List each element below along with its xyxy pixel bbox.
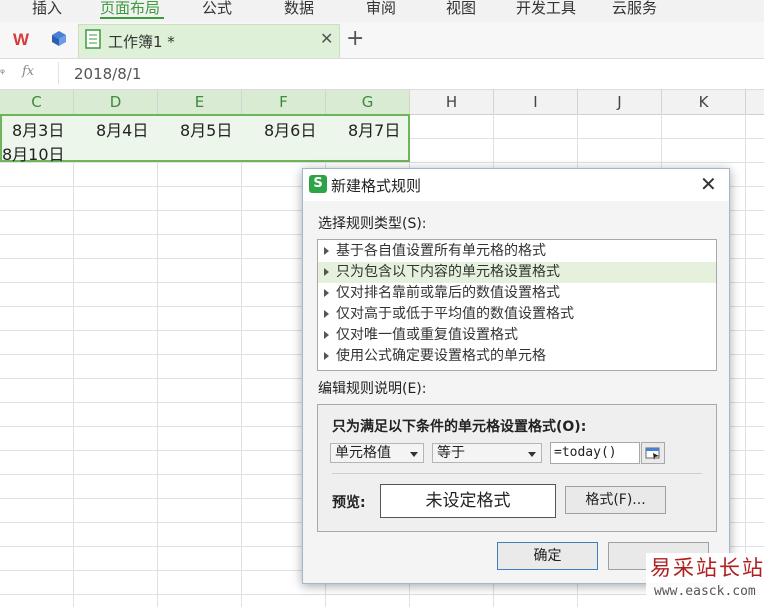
range-select-icon <box>645 447 660 460</box>
cell-f1[interactable]: 8月6日 <box>264 117 316 141</box>
col-header-h[interactable]: H <box>410 90 494 114</box>
new-tab-icon[interactable]: + <box>346 26 364 51</box>
menu-page-layout[interactable]: 页面布局 <box>100 0 160 18</box>
cell-g1[interactable]: 8月7日 <box>348 117 400 141</box>
rule-type-label: 选择规则类型(S): <box>318 216 427 232</box>
col-header-d[interactable]: D <box>74 90 158 114</box>
rule-type-item[interactable]: 使用公式确定要设置格式的单元格 <box>318 346 716 367</box>
format-button[interactable]: 格式(F)... <box>565 486 666 514</box>
menu-insert[interactable]: 插入 <box>32 0 62 18</box>
panel-divider <box>332 473 702 474</box>
range-select-button[interactable] <box>641 442 665 464</box>
spreadsheet-app-icon: S <box>309 175 327 193</box>
menu-review[interactable]: 审阅 <box>366 0 396 18</box>
edit-rule-label: 编辑规则说明(E): <box>318 381 427 397</box>
dialog-title: 新建格式规则 <box>331 177 422 195</box>
condition-field-select[interactable]: 单元格值 <box>330 443 424 463</box>
svg-text:W: W <box>13 30 30 49</box>
col-header-c[interactable]: C <box>0 90 74 114</box>
formula-input[interactable]: 2018/8/1 <box>74 65 141 83</box>
cell-c1[interactable]: 8月3日 <box>12 117 64 141</box>
menu-data[interactable]: 数据 <box>284 0 314 18</box>
triangle-right-icon <box>324 289 329 297</box>
grid-line <box>241 114 242 607</box>
col-header-g[interactable]: G <box>326 90 410 114</box>
menu-developer[interactable]: 开发工具 <box>516 0 576 18</box>
grid-line <box>0 162 764 163</box>
menu-cloud[interactable]: 云服务 <box>612 0 657 18</box>
formula-separator <box>58 62 59 84</box>
active-menu-underline <box>100 17 164 19</box>
grid-line <box>745 114 746 607</box>
triangle-right-icon <box>324 310 329 318</box>
grid-line <box>157 114 158 607</box>
triangle-right-icon <box>324 268 329 276</box>
ok-button[interactable]: 确定 <box>497 542 598 570</box>
tab-title: 工作簿1 * <box>108 33 175 51</box>
col-header-i[interactable]: I <box>494 90 578 114</box>
menu-view[interactable]: 视图 <box>446 0 476 18</box>
menu-formulas[interactable]: 公式 <box>202 0 232 18</box>
cell-e1[interactable]: 8月5日 <box>180 117 232 141</box>
cell-c2[interactable]: 8月10日 <box>2 141 65 165</box>
watermark-text: 易采站长站 <box>650 556 764 580</box>
chevron-down-icon <box>528 452 536 457</box>
cube-app-icon[interactable] <box>50 29 68 47</box>
spreadsheet-icon <box>84 29 102 49</box>
triangle-right-icon <box>324 331 329 339</box>
preview-box: 未设定格式 <box>380 484 556 518</box>
rule-type-item[interactable]: 仅对唯一值或重复值设置格式 <box>318 325 716 346</box>
watermark-url: www.easck.com <box>654 584 756 599</box>
triangle-right-icon <box>324 247 329 255</box>
triangle-right-icon <box>324 352 329 360</box>
col-header-j[interactable]: J <box>578 90 662 114</box>
rule-type-item[interactable]: 基于各自值设置所有单元格的格式 <box>318 241 716 262</box>
rule-type-item[interactable]: 仅对高于或低于平均值的数值设置格式 <box>318 304 716 325</box>
tab-close-icon[interactable]: ✕ <box>320 29 333 48</box>
dialog-close-icon[interactable]: ✕ <box>700 172 717 196</box>
grid-line <box>73 114 74 607</box>
condition-value-input[interactable]: =today() <box>550 442 640 464</box>
zoom-icon[interactable]: ᵠ <box>0 66 5 80</box>
cell-d1[interactable]: 8月4日 <box>96 117 148 141</box>
rule-type-item-selected[interactable]: 只为包含以下内容的单元格设置格式 <box>318 262 716 283</box>
rule-type-item[interactable]: 仅对排名靠前或靠后的数值设置格式 <box>318 283 716 304</box>
condition-heading: 只为满足以下条件的单元格设置格式(O): <box>332 419 587 435</box>
chevron-down-icon <box>410 452 418 457</box>
wps-logo-icon[interactable]: W <box>12 28 34 50</box>
col-header-e[interactable]: E <box>158 90 242 114</box>
condition-operator-select[interactable]: 等于 <box>432 443 542 463</box>
preview-label: 预览: <box>332 495 366 511</box>
fx-icon[interactable]: fx <box>22 64 34 79</box>
col-header-f[interactable]: F <box>242 90 326 114</box>
col-header-k[interactable]: K <box>662 90 746 114</box>
